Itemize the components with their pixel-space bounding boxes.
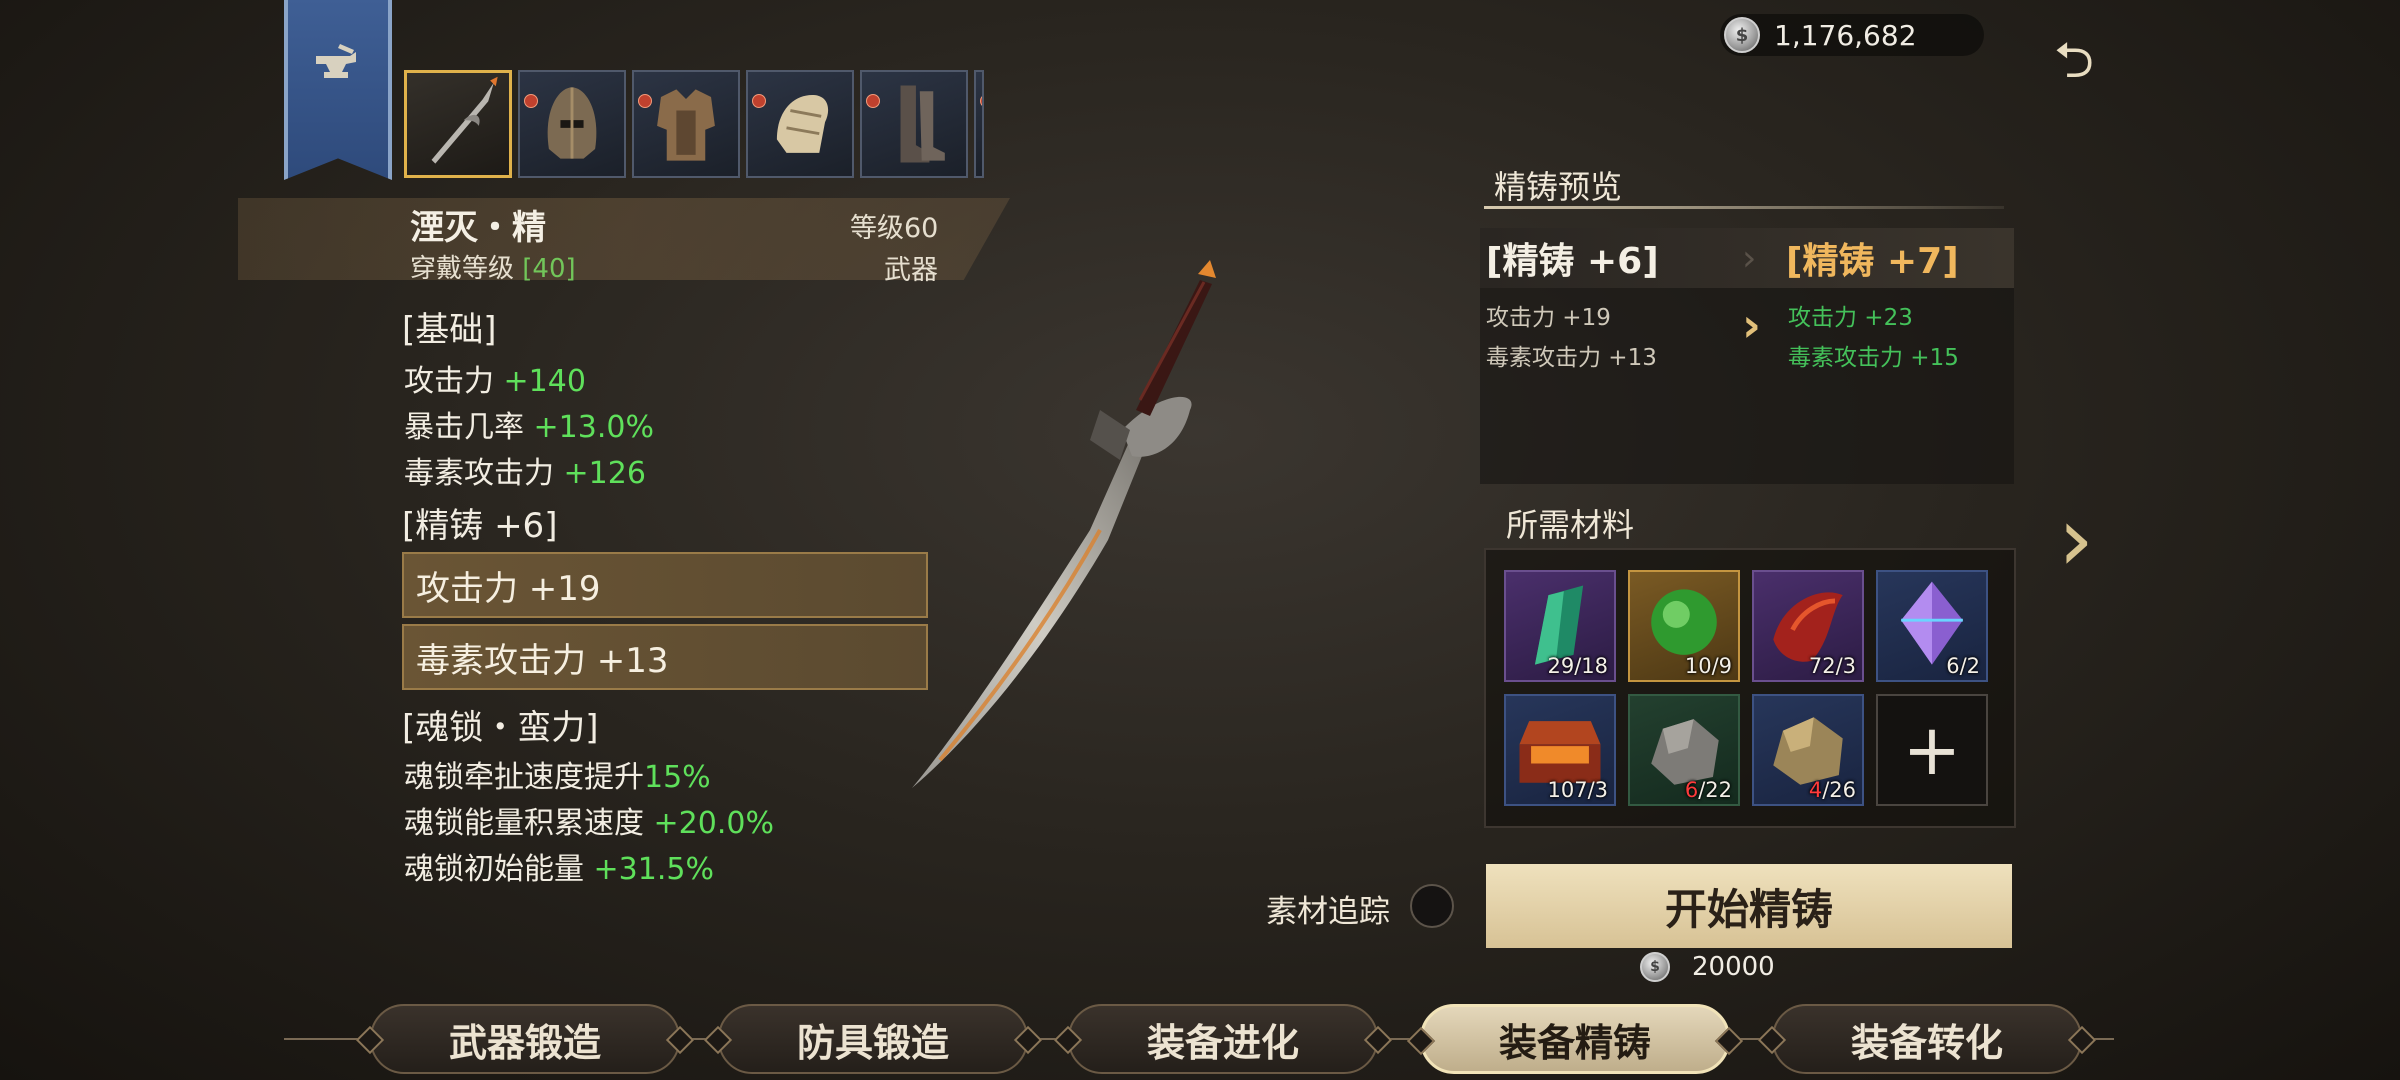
- next-stat: 攻击力 +23: [1788, 305, 1913, 331]
- equipment-selector: [404, 70, 984, 182]
- refine-preview-title: 精铸预览: [1494, 168, 1623, 206]
- equip-slot-boots[interactable]: [860, 70, 968, 178]
- currency-amount: 1,176,682: [1774, 18, 1917, 52]
- upgrade-dot-icon: [980, 94, 982, 108]
- silver-coin-icon: $: [1640, 952, 1670, 982]
- material-slot[interactable]: 10/9: [1628, 570, 1740, 682]
- material-tracking-label: 素材追踪: [1266, 894, 1390, 930]
- tab-armor-forging[interactable]: 防具锻造: [718, 1004, 1028, 1074]
- wear-requirement: 穿戴等级 [40]: [410, 248, 576, 285]
- material-slot[interactable]: 72/3: [1752, 570, 1864, 682]
- refine-cost-amount: 20000: [1692, 952, 1775, 982]
- next-refine-level: [精铸 +7]: [1786, 241, 1959, 282]
- material-slot[interactable]: 29/18: [1504, 570, 1616, 682]
- material-tracking-toggle[interactable]: [1410, 884, 1454, 928]
- refine-stat-row: 毒素攻击力 +13: [402, 624, 928, 690]
- plus-icon: +: [1902, 709, 1962, 791]
- tab-weapon-forging[interactable]: 武器锻造: [370, 1004, 680, 1074]
- silver-coin-icon: $: [1724, 17, 1760, 53]
- chest-armor-icon: [657, 89, 715, 161]
- base-stat-row: 毒素攻击力 +126: [404, 456, 646, 491]
- materials-panel: 29/18 10/9 72/3 6/2 107/3 6/22 4/26 +: [1484, 548, 2016, 828]
- equip-slot-helmet[interactable]: [518, 70, 626, 178]
- current-stat: 毒素攻击力 +13: [1486, 345, 1657, 371]
- silver-currency: $ 1,176,682: [1720, 14, 1984, 56]
- forge-banner: [284, 0, 392, 180]
- equip-slot-weapon[interactable]: [404, 70, 512, 178]
- chevron-right-icon: ›: [1742, 238, 1757, 279]
- return-arrow-icon: ⮌: [2053, 30, 2095, 89]
- current-refine-level: [精铸 +6]: [1486, 241, 1659, 282]
- material-slot[interactable]: 6/2: [1876, 570, 1988, 682]
- soul-stat-row: 魂锁牵扯速度提升15%: [404, 760, 711, 795]
- current-stat: 攻击力 +19: [1486, 305, 1611, 331]
- equip-slot-more[interactable]: [974, 70, 984, 178]
- material-slot[interactable]: 107/3: [1504, 694, 1616, 806]
- upgrade-arrow-icon: ›: [1742, 298, 1761, 352]
- soul-stat-row: 魂锁能量积累速度 +20.0%: [404, 806, 774, 841]
- add-material-button[interactable]: +: [1876, 694, 1988, 806]
- refine-stat-row: 攻击力 +19: [402, 552, 928, 618]
- base-stats-title: [基础]: [402, 310, 497, 350]
- back-button[interactable]: ⮌: [2046, 31, 2102, 92]
- required-materials-title: 所需材料: [1506, 506, 1635, 544]
- helmet-icon: [547, 87, 597, 159]
- soul-stat-row: 魂锁初始能量 +31.5%: [404, 852, 714, 887]
- wear-level-value: [40]: [522, 254, 576, 284]
- base-stat-row: 暴击几率 +13.0%: [404, 410, 654, 445]
- material-slot[interactable]: 4/26: [1752, 694, 1864, 806]
- tab-equipment-refining[interactable]: 装备精铸: [1420, 1004, 1730, 1074]
- weapon-model-image: [912, 260, 1216, 788]
- refine-stats-title: [精铸 +6]: [402, 506, 558, 546]
- tab-equipment-conversion[interactable]: 装备转化: [1772, 1004, 2082, 1074]
- weapon-icon: [431, 76, 498, 164]
- next-stat: 毒素攻击力 +15: [1788, 345, 1959, 371]
- next-page-arrow-icon[interactable]: ›: [2058, 495, 2118, 585]
- base-stat-row: 攻击力 +140: [404, 364, 586, 399]
- start-refine-button[interactable]: 开始精铸: [1486, 864, 2012, 948]
- tab-equipment-evolution[interactable]: 装备进化: [1068, 1004, 1378, 1074]
- soul-lock-title: [魂锁・蛮力]: [402, 708, 599, 748]
- boots-icon: [900, 85, 945, 163]
- item-name: 湮灭・精: [410, 208, 546, 248]
- equip-slot-armor[interactable]: [632, 70, 740, 178]
- anvil-icon: [316, 44, 356, 78]
- divider: [1484, 206, 2004, 209]
- item-level: 等级60: [850, 213, 939, 244]
- gauntlet-icon: [776, 94, 829, 153]
- refine-cost: $ 20000: [1640, 950, 1840, 984]
- material-slot[interactable]: 6/22: [1628, 694, 1740, 806]
- equip-slot-gauntlet[interactable]: [746, 70, 854, 178]
- wear-level-label: 穿戴等级: [410, 254, 523, 284]
